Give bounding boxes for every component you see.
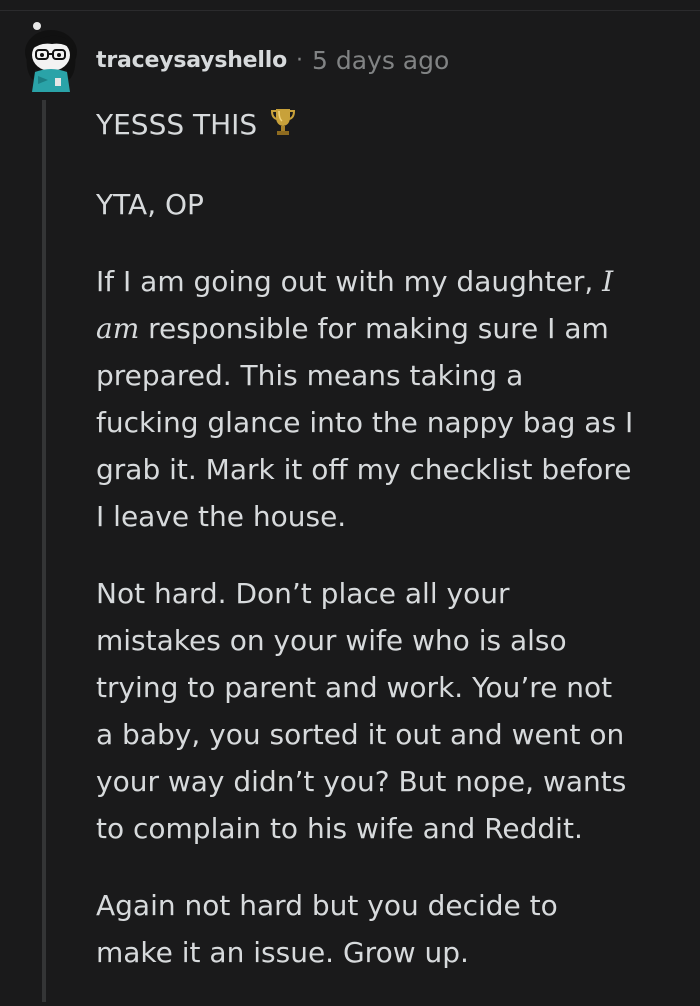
emphasis-text: am — [96, 312, 140, 345]
username-link[interactable]: traceysayshello — [96, 48, 287, 73]
trophy-icon — [270, 104, 296, 151]
comment-text: grab it. Mark it off my checklist before — [96, 453, 632, 486]
user-avatar[interactable] — [18, 20, 78, 92]
comment-text: to complain to his wife and Reddit. — [96, 812, 583, 845]
comment-text: a baby, you sorted it out and went on — [96, 718, 625, 751]
comment-paragraph: Again not hard but you decide to make it… — [96, 882, 686, 976]
comment-text: Not hard. Don’t place all your — [96, 577, 510, 610]
comment-text: Again not hard but you decide to — [96, 889, 558, 922]
comment-text: mistakes on your wife who is also — [96, 624, 567, 657]
top-divider — [0, 10, 700, 11]
emphasis-text: I — [602, 265, 614, 298]
comment-text: prepared. This means taking a — [96, 359, 524, 392]
comment-text: I leave the house. — [96, 500, 347, 533]
comment-header: traceysayshello · 5 days ago — [96, 43, 449, 77]
comment-paragraph: YTA, OP — [96, 181, 686, 228]
comment-text: responsible for making sure I am — [139, 312, 609, 345]
comment-text: trying to parent and work. You’re not — [96, 671, 613, 704]
comment-timestamp[interactable]: 5 days ago — [312, 46, 449, 75]
thread-collapse-line[interactable] — [42, 100, 46, 1002]
comment-paragraph: If I am going out with my daughter, I am… — [96, 258, 686, 540]
comment-paragraph: YESSS THIS — [96, 101, 686, 151]
comment-text: your way didn’t you? But nope, wants — [96, 765, 627, 798]
snoo-avatar-icon — [25, 22, 77, 92]
comment-text: make it an issue. Grow up. — [96, 936, 469, 969]
comment-text: fucking glance into the nappy bag as I — [96, 406, 634, 439]
comment-paragraph: Not hard. Don’t place all your mistakes … — [96, 570, 686, 852]
comment-body: YESSS THIS YTA, OP If I am going out wit… — [96, 101, 686, 1006]
comment-text: If I am going out with my daughter, — [96, 265, 594, 298]
comment-text: YTA, OP — [96, 188, 204, 221]
comment-text: YESSS THIS — [96, 108, 258, 141]
meta-separator: · — [296, 47, 303, 73]
